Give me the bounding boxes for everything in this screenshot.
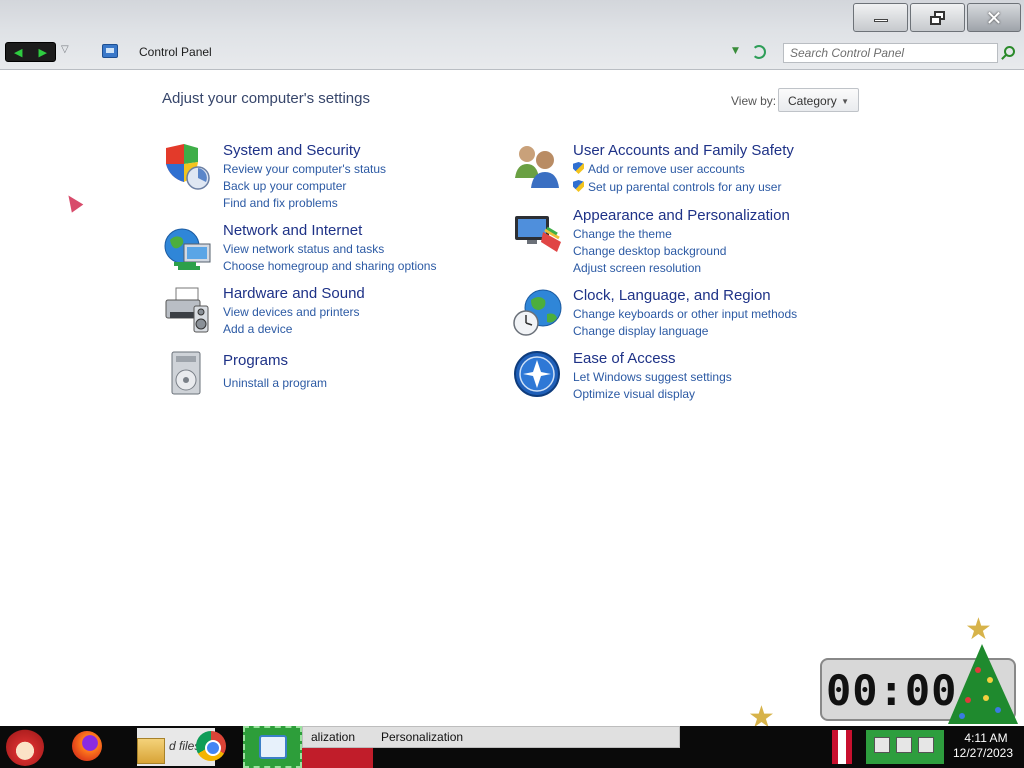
category-link[interactable]: Change display language	[573, 324, 708, 338]
programs-icon[interactable]	[162, 350, 210, 398]
address-dropdown-icon[interactable]: ▼	[732, 46, 739, 56]
category-title[interactable]: Programs	[223, 352, 288, 369]
close-button[interactable]: ✕	[967, 3, 1021, 32]
chevron-down-icon: ▼	[841, 97, 849, 106]
forward-button[interactable]: ▶	[39, 47, 47, 58]
category-link[interactable]: Uninstall a program	[223, 376, 327, 390]
clock-globe-icon[interactable]	[513, 288, 562, 336]
category-link[interactable]: Add or remove user accounts	[573, 162, 745, 176]
globe-network-icon[interactable]	[162, 224, 211, 272]
shield-icon[interactable]	[162, 142, 210, 190]
taskbar-window-list: alization Personalization	[302, 726, 680, 748]
page-title: Adjust your computer's settings	[162, 90, 370, 107]
category-title[interactable]: System and Security	[223, 142, 361, 159]
ease-of-access-icon[interactable]	[513, 350, 561, 398]
printer-icon[interactable]	[162, 286, 210, 334]
recent-pages-dropdown[interactable]: ▽	[61, 44, 69, 55]
folder-icon	[137, 738, 165, 764]
category-title[interactable]: Hardware and Sound	[223, 285, 365, 302]
category-title[interactable]: User Accounts and Family Safety	[573, 142, 794, 159]
link-text: Add or remove user accounts	[588, 162, 745, 176]
category-link[interactable]: Change keyboards or other input methods	[573, 307, 797, 321]
category-title[interactable]: Appearance and Personalization	[573, 207, 790, 224]
category-link[interactable]: Add a device	[223, 322, 292, 336]
nav-arrows: ◀ ▶	[5, 42, 56, 62]
close-icon: ✕	[985, 5, 1003, 30]
restore-icon	[929, 10, 946, 25]
mouse-cursor-icon	[62, 191, 84, 213]
control-panel-icon	[102, 44, 118, 58]
category-link[interactable]: Back up your computer	[223, 179, 346, 193]
language-flag-icon[interactable]	[832, 730, 852, 764]
category-link[interactable]: Set up parental controls for any user	[573, 180, 781, 194]
monitor-paint-icon[interactable]	[513, 212, 561, 260]
category-title[interactable]: Ease of Access	[573, 350, 676, 367]
category-link[interactable]: Let Windows suggest settings	[573, 370, 732, 384]
address-bar[interactable]: Control Panel	[139, 45, 212, 59]
system-tray	[866, 730, 944, 764]
christmas-tree-icon	[948, 644, 1018, 724]
taskbar-window-item[interactable]: alization	[311, 730, 355, 744]
firefox-icon[interactable]	[72, 731, 102, 761]
control-panel-icon	[259, 735, 287, 759]
category-link[interactable]: View network status and tasks	[223, 242, 384, 256]
category-link[interactable]: Optimize visual display	[573, 387, 695, 401]
restore-button[interactable]	[910, 3, 965, 32]
refresh-icon[interactable]	[752, 45, 766, 59]
view-by-value: Category	[788, 94, 837, 108]
taskbar-window-item[interactable]: Personalization	[381, 730, 463, 744]
link-text: Set up parental controls for any user	[588, 180, 782, 194]
category-link[interactable]: Review your computer's status	[223, 162, 386, 176]
start-button[interactable]	[6, 728, 44, 766]
category-link[interactable]: Adjust screen resolution	[573, 261, 701, 275]
category-link[interactable]: Change desktop background	[573, 244, 726, 258]
category-title[interactable]: Network and Internet	[223, 222, 362, 239]
action-center-icon[interactable]	[874, 737, 890, 753]
network-icon[interactable]	[896, 737, 912, 753]
search-placeholder: Search Control Panel	[790, 46, 905, 60]
category-link[interactable]: Find and fix problems	[223, 196, 338, 210]
minimize-button[interactable]	[853, 3, 908, 32]
title-bar: ✕ ◀ ▶ ▽ Control Panel ▼ Search Control P…	[0, 0, 1024, 70]
view-by-label: View by:	[731, 94, 777, 108]
uac-shield-icon	[573, 162, 584, 174]
taskbar-highlight	[302, 746, 373, 768]
category-link[interactable]: Change the theme	[573, 227, 672, 241]
category-title[interactable]: Clock, Language, and Region	[573, 287, 771, 304]
category-link[interactable]: View devices and printers	[223, 305, 360, 319]
view-by-select[interactable]: Category ▼	[778, 88, 859, 112]
tray-time[interactable]: 4:11 AM	[952, 731, 1020, 745]
taskbar-control-panel[interactable]	[243, 726, 302, 768]
taskbar: d files alization Personalization 4:11 A…	[0, 726, 1024, 768]
search-input[interactable]: Search Control Panel	[783, 43, 998, 63]
search-icon[interactable]	[1004, 46, 1015, 57]
category-link[interactable]: Choose homegroup and sharing options	[223, 259, 436, 273]
chrome-icon[interactable]	[196, 731, 226, 761]
uac-shield-icon	[573, 180, 584, 192]
users-icon[interactable]	[513, 142, 561, 190]
tray-date[interactable]: 12/27/2023	[946, 746, 1020, 760]
minimize-icon	[873, 19, 888, 22]
volume-icon[interactable]	[918, 737, 934, 753]
back-button[interactable]: ◀	[14, 47, 22, 58]
